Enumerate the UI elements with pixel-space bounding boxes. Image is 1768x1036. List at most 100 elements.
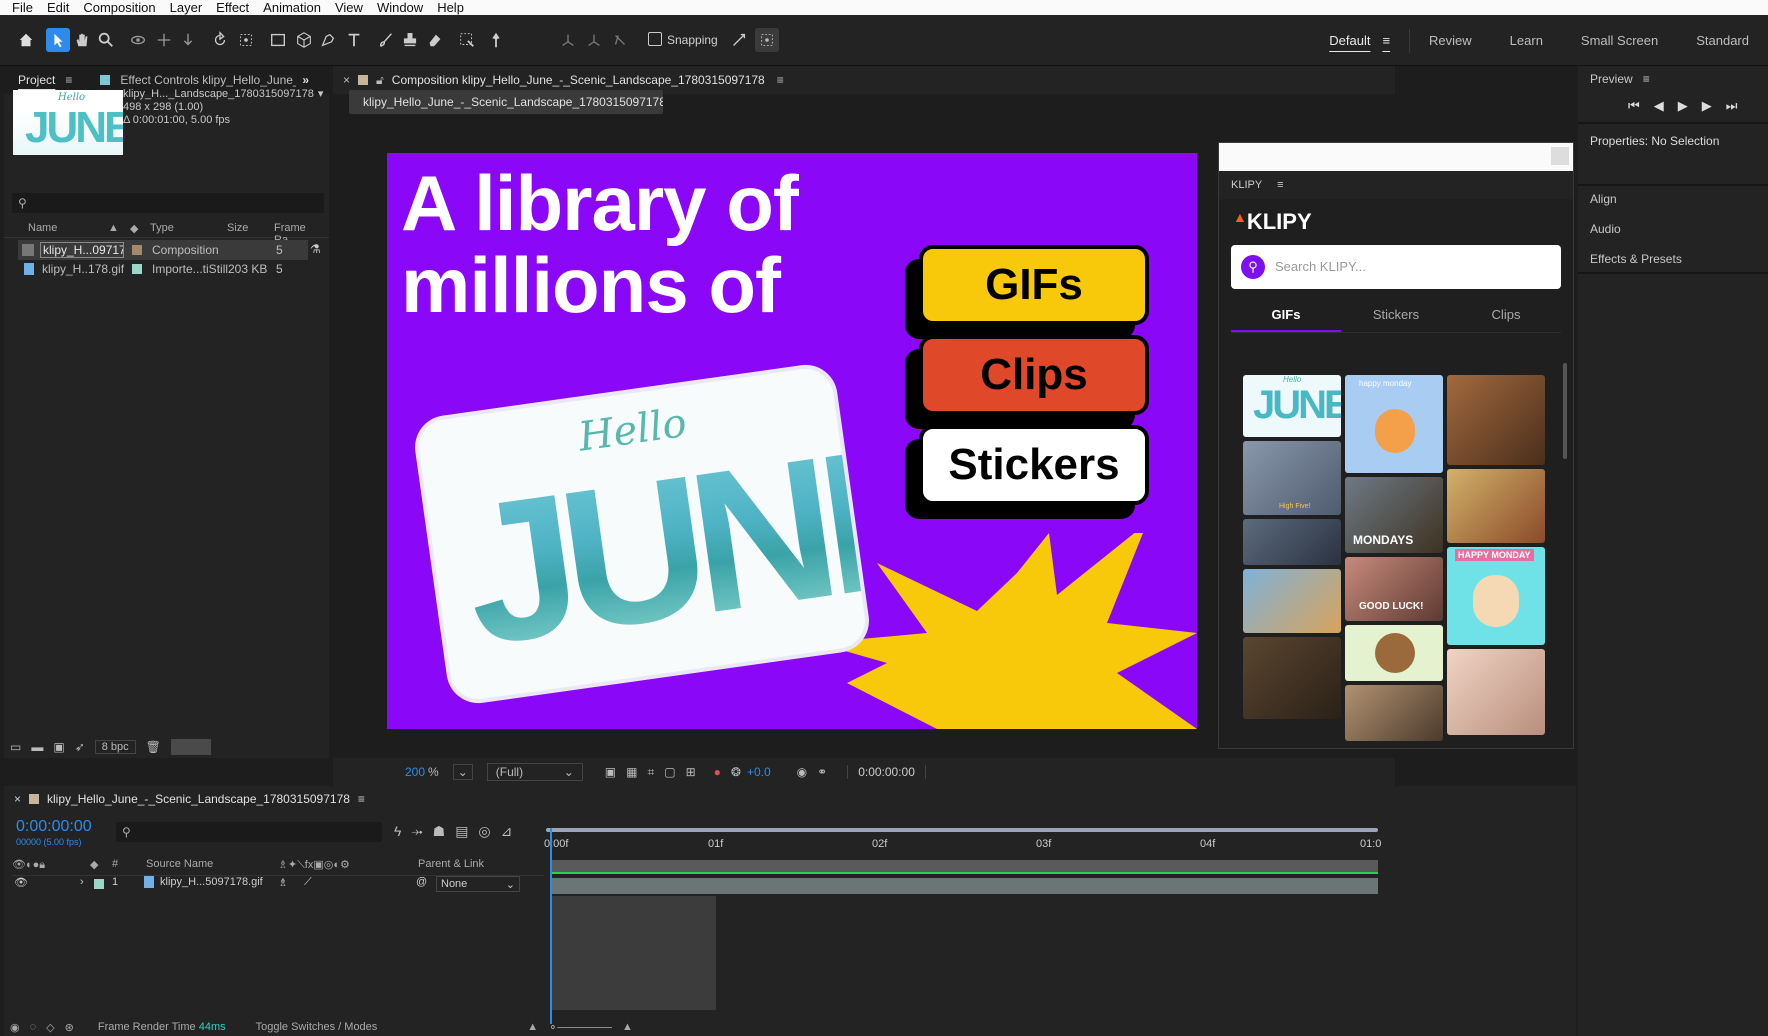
visibility-eye-icon[interactable]: 👁︎ bbox=[14, 876, 28, 889]
pen-tool-icon[interactable] bbox=[318, 30, 338, 50]
transparency-grid-icon[interactable]: ▦ bbox=[626, 765, 637, 779]
workspace-learn[interactable]: Learn bbox=[1491, 15, 1562, 66]
rectangle-tool-icon[interactable] bbox=[268, 30, 288, 50]
mask-visibility-icon[interactable]: ⌗ bbox=[647, 765, 654, 780]
zoom-in-icon[interactable]: ▲ bbox=[622, 1021, 633, 1033]
klipy-scrollbar[interactable] bbox=[1563, 363, 1567, 459]
snap-options-icon[interactable] bbox=[729, 30, 749, 50]
comp-flowchart-icon[interactable]: ⤞ bbox=[411, 823, 422, 840]
preview-menu-icon[interactable]: ≡ bbox=[1643, 72, 1650, 86]
snap-features-icon[interactable] bbox=[755, 28, 779, 52]
tab-composition[interactable]: Composition klipy_Hello_June_-_Scenic_La… bbox=[392, 73, 765, 87]
snapshot-icon[interactable]: ◉ bbox=[797, 765, 807, 779]
rotate-tool-icon[interactable] bbox=[210, 30, 230, 50]
tab-gifs[interactable]: GIFs bbox=[1231, 303, 1341, 332]
trash-icon[interactable]: 🗑︎ bbox=[146, 740, 161, 754]
axis-view-icon[interactable] bbox=[610, 30, 630, 50]
adobe-media-encoder-icon[interactable]: ➶ bbox=[75, 740, 85, 754]
workspace-menu-icon[interactable]: ≡ bbox=[1382, 33, 1390, 48]
toggle-switches-button[interactable]: Toggle Switches / Modes bbox=[256, 1021, 378, 1033]
playhead[interactable] bbox=[550, 828, 552, 1024]
zoom-out-icon[interactable]: ▲ bbox=[527, 1021, 538, 1033]
dolly-camera-icon[interactable] bbox=[178, 30, 198, 50]
layer-duration-bar[interactable] bbox=[552, 878, 1378, 894]
interpret-footage-icon[interactable]: ▭ bbox=[10, 740, 21, 754]
zoom-tool-icon[interactable] bbox=[96, 30, 116, 50]
new-folder-icon[interactable]: ▬ bbox=[31, 740, 43, 754]
tab-timeline[interactable]: klipy_Hello_June_-_Scenic_Landscape_1780… bbox=[47, 792, 350, 806]
shape-3d-icon[interactable] bbox=[294, 30, 314, 50]
region-of-interest-icon[interactable]: ▢ bbox=[664, 765, 675, 779]
last-frame-icon[interactable]: ⏭ bbox=[1726, 98, 1738, 114]
color-swatch[interactable] bbox=[170, 739, 211, 755]
gif-thumb-mondays-dog[interactable]: MONDAYS bbox=[1345, 477, 1443, 553]
comp-subtab[interactable]: klipy_Hello_June_-_Scenic_Landscape_1780… bbox=[349, 90, 663, 114]
audio-panel[interactable]: Audio bbox=[1590, 222, 1621, 236]
menu-effect[interactable]: Effect bbox=[216, 0, 249, 15]
bit-depth-button[interactable]: 8 bpc bbox=[94, 740, 136, 754]
label-swatch-icon[interactable] bbox=[94, 879, 104, 889]
column-size[interactable]: Size bbox=[227, 222, 248, 234]
tab-clips[interactable]: Clips bbox=[1451, 303, 1561, 332]
gif-thumb-snow-white[interactable] bbox=[1447, 469, 1545, 543]
tab-effect-controls[interactable]: Effect Controls klipy_Hello_June_-_S bbox=[120, 73, 296, 87]
work-area-bar[interactable] bbox=[546, 828, 1378, 832]
exposure-reset-icon[interactable]: ❂ bbox=[731, 765, 741, 779]
brush-tool-icon[interactable] bbox=[376, 30, 396, 50]
gif-thumb-baby[interactable] bbox=[1447, 649, 1545, 735]
roto-brush-icon[interactable] bbox=[457, 30, 477, 50]
klipy-search-input[interactable]: ⚲ Search KLIPY... bbox=[1231, 245, 1561, 289]
menu-edit[interactable]: Edit bbox=[47, 0, 69, 15]
toggle-icon[interactable]: ◌ bbox=[30, 1021, 37, 1033]
project-item-composition[interactable]: klipy_H...097178 Composition 5 bbox=[18, 240, 308, 260]
gif-thumb-june[interactable]: Hello JUNE bbox=[1243, 375, 1341, 437]
first-frame-icon[interactable]: ⏮ bbox=[1628, 98, 1640, 114]
menu-help[interactable]: Help bbox=[437, 0, 464, 15]
align-panel[interactable]: Align bbox=[1590, 192, 1617, 206]
axis-world-icon[interactable] bbox=[584, 30, 604, 50]
gif-thumb-happy-monday-cat[interactable]: happy monday bbox=[1345, 375, 1443, 473]
close-tab-icon[interactable]: × bbox=[14, 792, 21, 806]
layer-name[interactable]: klipy_H...5097178.gif bbox=[160, 876, 263, 888]
comp-menu-icon[interactable]: ≡ bbox=[777, 73, 784, 87]
workspace-standard[interactable]: Standard bbox=[1677, 15, 1768, 66]
klipy-menu-icon[interactable]: ≡ bbox=[1277, 179, 1283, 191]
anchor-tool-icon[interactable] bbox=[236, 30, 256, 50]
column-name[interactable]: Name bbox=[28, 222, 57, 234]
menu-layer[interactable]: Layer bbox=[170, 0, 203, 15]
effects-presets-panel[interactable]: Effects & Presets bbox=[1590, 252, 1682, 266]
zoom-slider[interactable]: ⚬─────── bbox=[548, 1021, 612, 1034]
menu-window[interactable]: Window bbox=[377, 0, 423, 15]
viewer-timecode[interactable]: 0:00:00:00 bbox=[847, 765, 926, 779]
current-time[interactable]: 0:00:00:00 bbox=[16, 818, 92, 836]
shy-switch-icon[interactable]: ♗ bbox=[278, 876, 288, 889]
zoom-value[interactable]: 200 bbox=[405, 765, 425, 779]
type-tool-icon[interactable] bbox=[344, 30, 364, 50]
pan-camera-icon[interactable] bbox=[154, 30, 174, 50]
gif-thumb-cat-paws[interactable] bbox=[1345, 685, 1443, 741]
home-icon[interactable] bbox=[16, 30, 36, 50]
shy-layers-icon[interactable]: ☗ bbox=[433, 823, 446, 840]
snapping-checkbox[interactable] bbox=[648, 32, 662, 46]
gif-thumb-happy-monday-sticker[interactable]: HAPPY MONDAY bbox=[1447, 547, 1545, 645]
puppet-pin-icon[interactable] bbox=[486, 30, 506, 50]
project-item-gif[interactable]: klipy_H..178.gif Importe...tiStill 203 K… bbox=[18, 259, 318, 279]
gif-thumb-high-five[interactable]: High Five! bbox=[1243, 441, 1341, 515]
keyframe-icon[interactable]: ◇ bbox=[46, 1021, 54, 1034]
draft-3d-icon[interactable]: ϟ bbox=[394, 823, 401, 840]
panel-overflow-icon[interactable]: » bbox=[302, 73, 309, 87]
frame-blending-icon[interactable]: ▤ bbox=[455, 823, 468, 840]
fast-previews-icon[interactable]: ▣ bbox=[605, 765, 616, 779]
clone-stamp-icon[interactable] bbox=[400, 30, 420, 50]
axis-local-icon[interactable] bbox=[558, 30, 578, 50]
composition-canvas[interactable]: A library of millions of GIFs Clips Stic… bbox=[387, 153, 1197, 729]
sort-icon[interactable]: ▲ bbox=[108, 222, 119, 234]
tab-project[interactable]: Project bbox=[18, 73, 55, 87]
gif-thumb-animated-kids[interactable] bbox=[1243, 569, 1341, 633]
exposure-value[interactable]: +0.0 bbox=[747, 765, 771, 779]
prev-frame-icon[interactable]: ◀ bbox=[1654, 98, 1664, 114]
layer-row[interactable]: 👁︎ › 1 klipy_H...5097178.gif ♗ ⟋ @ None ⌄ bbox=[12, 876, 544, 894]
render-icon[interactable]: ◉ bbox=[10, 1021, 20, 1034]
tab-stickers[interactable]: Stickers bbox=[1341, 303, 1451, 332]
orbit-camera-icon[interactable] bbox=[128, 30, 148, 50]
